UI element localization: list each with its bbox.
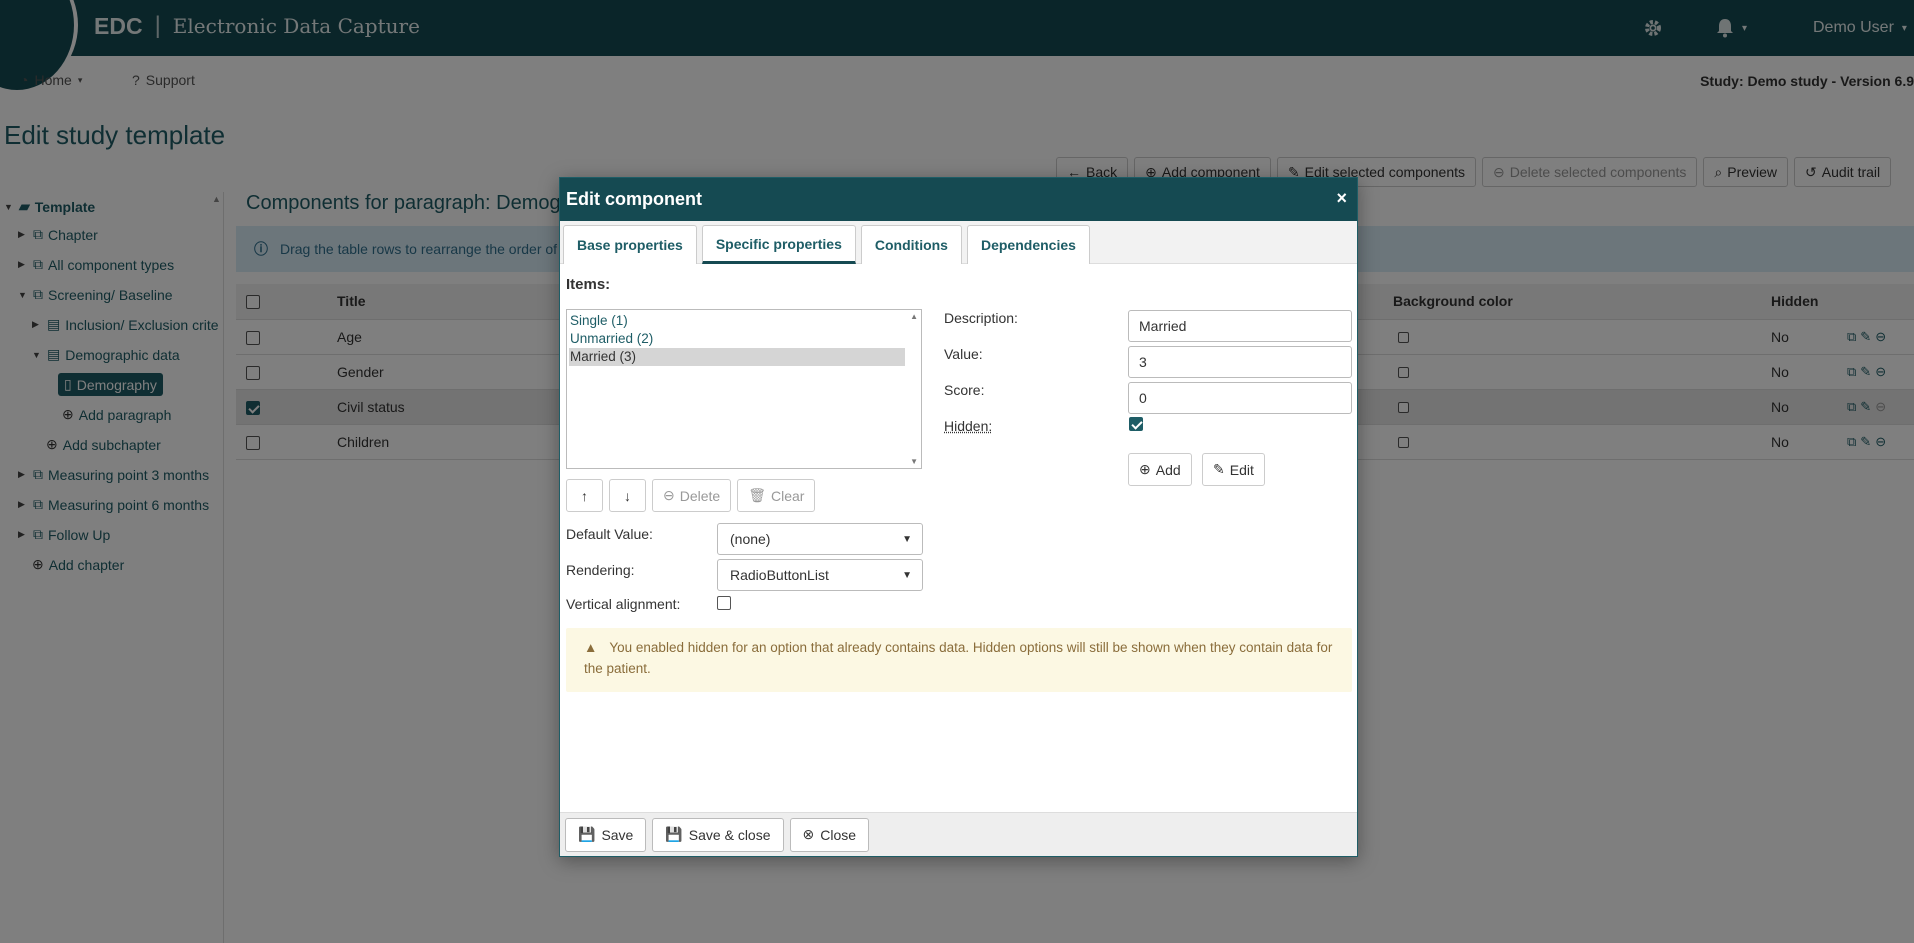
item-actions: ↑ ↓ ⊖ Delete 🗑 Clear bbox=[566, 479, 816, 512]
plus-circle-icon: ⊕ bbox=[1139, 461, 1151, 477]
value-input[interactable] bbox=[1128, 346, 1352, 378]
edit-item-button[interactable]: ✎ Edit bbox=[1202, 453, 1265, 486]
vertical-alignment-label: Vertical alignment: bbox=[566, 596, 681, 612]
hidden-checkbox[interactable] bbox=[1129, 417, 1143, 431]
list-item[interactable]: Unmarried (2) bbox=[569, 330, 905, 348]
vertical-alignment-checkbox[interactable] bbox=[717, 596, 731, 610]
close-icon[interactable]: × bbox=[1336, 188, 1347, 209]
edit-icon: ✎ bbox=[1213, 461, 1225, 477]
scroll-down-icon[interactable]: ▼ bbox=[910, 457, 918, 466]
clear-items-button[interactable]: 🗑 Clear bbox=[737, 479, 816, 512]
tab-dependencies[interactable]: Dependencies bbox=[966, 225, 1090, 264]
edit-component-modal: Edit component × Base properties Specifi… bbox=[559, 177, 1358, 857]
score-input[interactable] bbox=[1128, 382, 1352, 414]
close-circle-icon: ⊗ bbox=[802, 826, 815, 842]
tab-conditions[interactable]: Conditions bbox=[860, 225, 962, 264]
caret-down-icon: ▼ bbox=[902, 569, 912, 581]
trash-icon: 🗑 bbox=[748, 487, 766, 503]
move-down-button[interactable]: ↓ bbox=[609, 479, 646, 512]
rendering-label: Rendering: bbox=[566, 562, 635, 578]
score-label: Score: bbox=[944, 382, 985, 398]
tab-base-properties[interactable]: Base properties bbox=[563, 225, 697, 264]
floppy-icon: 💾 bbox=[578, 826, 596, 842]
modal-header: Edit component × bbox=[560, 178, 1357, 221]
modal-tabs: Base properties Specific properties Cond… bbox=[560, 221, 1357, 264]
value-label: Value: bbox=[944, 346, 983, 362]
default-value-select[interactable]: (none) ▼ bbox=[717, 523, 923, 555]
scroll-up-icon[interactable]: ▲ bbox=[910, 312, 918, 321]
hidden-warning-alert: ▲ You enabled hidden for an option that a… bbox=[566, 628, 1352, 692]
floppy-icon: 💾 bbox=[665, 826, 683, 842]
add-item-button[interactable]: ⊕ Add bbox=[1128, 453, 1192, 486]
hidden-label: Hidden: bbox=[944, 418, 993, 434]
move-up-button[interactable]: ↑ bbox=[566, 479, 603, 512]
tab-specific-properties[interactable]: Specific properties bbox=[701, 225, 856, 264]
minus-circle-icon: ⊖ bbox=[663, 487, 675, 503]
save-close-button[interactable]: 💾 Save & close bbox=[652, 817, 784, 852]
arrow-down-icon: ↓ bbox=[624, 487, 631, 504]
list-item[interactable]: Married (3) bbox=[569, 348, 905, 366]
caret-down-icon: ▼ bbox=[902, 533, 912, 545]
modal-footer: 💾 Save 💾 Save & close ⊗ Close bbox=[560, 812, 1357, 856]
modal-title: Edit component bbox=[566, 189, 702, 209]
delete-item-button[interactable]: ⊖ Delete bbox=[652, 479, 732, 512]
description-input[interactable] bbox=[1128, 310, 1352, 342]
save-button[interactable]: 💾 Save bbox=[565, 817, 647, 852]
close-button[interactable]: ⊗ Close bbox=[789, 817, 870, 852]
description-label: Description: bbox=[944, 310, 1018, 326]
warning-icon: ▲ bbox=[584, 640, 598, 655]
items-label: Items: bbox=[566, 276, 611, 293]
items-listbox[interactable]: Single (1) Unmarried (2) Married (3) ▲ ▼ bbox=[566, 309, 922, 469]
arrow-up-icon: ↑ bbox=[581, 487, 588, 504]
default-value-label: Default Value: bbox=[566, 526, 653, 542]
warning-text: You enabled hidden for an option that al… bbox=[584, 640, 1333, 676]
list-item[interactable]: Single (1) bbox=[569, 312, 905, 330]
rendering-select[interactable]: RadioButtonList ▼ bbox=[717, 559, 923, 591]
